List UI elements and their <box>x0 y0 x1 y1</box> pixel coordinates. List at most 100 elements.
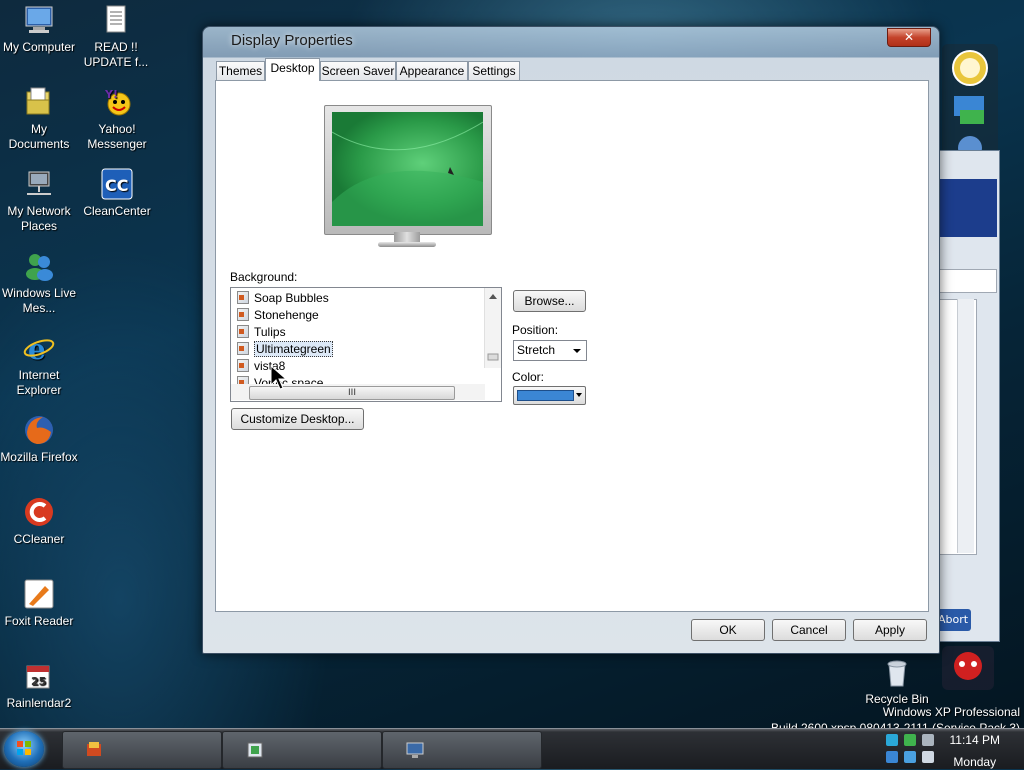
desktop-icon-internet-explorer[interactable]: e Internet Explorer <box>0 332 78 398</box>
desktop-icon-cleancenter[interactable]: CC CleanCenter <box>78 168 156 219</box>
firefox-icon <box>23 414 55 446</box>
desktop-icon-windows-live-messenger[interactable]: Windows Live Mes... <box>0 250 78 316</box>
network-icon <box>23 168 55 200</box>
svg-text:25: 25 <box>31 675 46 688</box>
background-label: Background: <box>230 270 298 284</box>
close-button[interactable]: ✕ <box>887 28 931 47</box>
listbox-vertical-scrollbar[interactable] <box>484 288 501 368</box>
cancel-button[interactable]: Cancel <box>772 619 846 641</box>
calendar-icon: 25 <box>23 660 55 692</box>
display-properties-window: Display Properties ✕ Themes Desktop Scre… <box>202 26 940 654</box>
messenger-tray-icon <box>904 751 916 763</box>
foxit-reader-icon <box>23 578 55 610</box>
desktop-icon-rainlendar[interactable]: 25 Rainlendar2 <box>0 660 78 711</box>
list-item-selected[interactable]: Ultimategreen <box>237 341 333 357</box>
app-icon <box>87 742 101 756</box>
app-icon <box>247 742 263 758</box>
desktop-icon-label: My Network Places <box>7 204 71 233</box>
desktop-icon-ccleaner[interactable]: CCleaner <box>0 496 78 547</box>
network-icon <box>886 734 898 746</box>
monitor-preview <box>324 105 492 235</box>
clock[interactable]: 11:14 PM Monday <box>950 732 1000 770</box>
apply-button[interactable]: Apply <box>853 619 927 641</box>
desktop-icon-my-network-places[interactable]: My Network Places <box>0 168 78 234</box>
security-icon <box>904 734 916 746</box>
color-swatch <box>517 390 574 401</box>
volume-icon <box>922 734 934 746</box>
chevron-down-icon <box>576 393 582 397</box>
background-window-field[interactable] <box>939 269 997 293</box>
desktop-icon-read-update[interactable]: READ !! UPDATE f... <box>77 4 155 70</box>
folder-documents-icon <box>23 86 55 118</box>
position-value: Stretch <box>517 343 556 357</box>
desktop-icon-label: My Computer <box>2 40 76 54</box>
taskbar: 11:14 PM Monday <box>0 728 1024 769</box>
update-icon <box>922 751 934 763</box>
background-window-scrollbar[interactable] <box>957 299 974 553</box>
svg-text:CC: CC <box>105 176 128 195</box>
desktop-icon-label: Windows Live Mes... <box>1 286 77 315</box>
cleancenter-icon: CC <box>101 168 133 200</box>
desktop-icon-label: Foxit Reader <box>4 614 74 628</box>
position-label: Position: <box>512 323 559 337</box>
image-file-icon <box>237 359 249 372</box>
language-icon <box>886 751 898 763</box>
ok-button[interactable]: OK <box>691 619 765 641</box>
document-icon <box>100 4 132 36</box>
wallpaper-preview <box>332 112 483 226</box>
gadget-widget <box>940 644 996 692</box>
scroll-up-icon <box>489 294 497 299</box>
desktop-icon-my-documents[interactable]: My Documents <box>0 86 78 152</box>
desktop-icon-recycle-bin[interactable]: Recycle Bin <box>858 656 936 707</box>
desktop-icon-label: Yahoo! Messenger <box>87 122 147 151</box>
system-tray <box>884 731 944 767</box>
desktop-icon-yahoo-messenger[interactable]: Y! Yahoo! Messenger <box>78 86 156 152</box>
monitor-stand <box>378 232 436 248</box>
desktop-icon-label: Mozilla Firefox <box>0 450 78 464</box>
image-file-icon <box>237 291 249 304</box>
list-item[interactable]: Stonehenge <box>237 307 319 323</box>
chevron-down-icon <box>573 349 581 353</box>
tab-desktop[interactable]: Desktop <box>265 58 320 81</box>
abort-button[interactable]: Abort <box>935 609 971 631</box>
tab-settings[interactable]: Settings <box>468 61 520 80</box>
desktop-icon-label: Rainlendar2 <box>6 696 72 710</box>
desktop-icon-foxit-reader[interactable]: Foxit Reader <box>0 578 78 629</box>
image-file-icon <box>237 342 249 355</box>
svg-text:e: e <box>28 333 46 364</box>
desktop-icon-mozilla-firefox[interactable]: Mozilla Firefox <box>0 414 78 465</box>
list-item[interactable]: Tulips <box>237 324 286 340</box>
close-icon: ✕ <box>903 30 915 44</box>
desktop-icon-label: Internet Explorer <box>16 368 62 397</box>
color-label: Color: <box>512 370 545 384</box>
taskbar-button[interactable] <box>62 731 222 769</box>
taskbar-button-active[interactable] <box>382 731 542 769</box>
desktop-icon-label: CleanCenter <box>83 204 151 218</box>
browse-button[interactable]: Browse... <box>513 290 586 312</box>
svg-text:Y!: Y! <box>104 88 118 101</box>
desktop-icon-label: CCleaner <box>13 532 65 546</box>
ccleaner-icon <box>23 496 55 528</box>
live-messenger-icon <box>23 250 55 282</box>
position-select[interactable]: Stretch <box>513 340 587 361</box>
desktop-icon-label: My Documents <box>8 122 70 151</box>
computer-icon <box>23 4 55 36</box>
window-title: Display Properties <box>231 32 353 49</box>
tab-appearance[interactable]: Appearance <box>396 61 468 80</box>
image-file-icon <box>237 308 249 321</box>
recycle-bin-icon <box>881 656 913 688</box>
taskbar-button[interactable] <box>222 731 382 769</box>
customize-desktop-button[interactable]: Customize Desktop... <box>231 408 364 430</box>
mouse-cursor-icon <box>270 365 288 390</box>
desktop-tab-panel: Background: Soap Bubbles Stonehenge Tuli… <box>215 80 929 612</box>
desktop-icon-label: READ !! UPDATE f... <box>83 40 149 69</box>
start-button[interactable] <box>4 731 44 767</box>
tab-screen-saver[interactable]: Screen Saver <box>320 61 396 80</box>
yahoo-messenger-icon: Y! <box>101 86 133 118</box>
color-picker-button[interactable] <box>513 386 586 405</box>
background-window: Abort <box>934 150 1000 642</box>
display-properties-icon <box>406 742 424 758</box>
list-item[interactable]: Soap Bubbles <box>237 290 329 306</box>
tab-themes[interactable]: Themes <box>216 61 265 80</box>
desktop-icon-my-computer[interactable]: My Computer <box>0 4 78 55</box>
